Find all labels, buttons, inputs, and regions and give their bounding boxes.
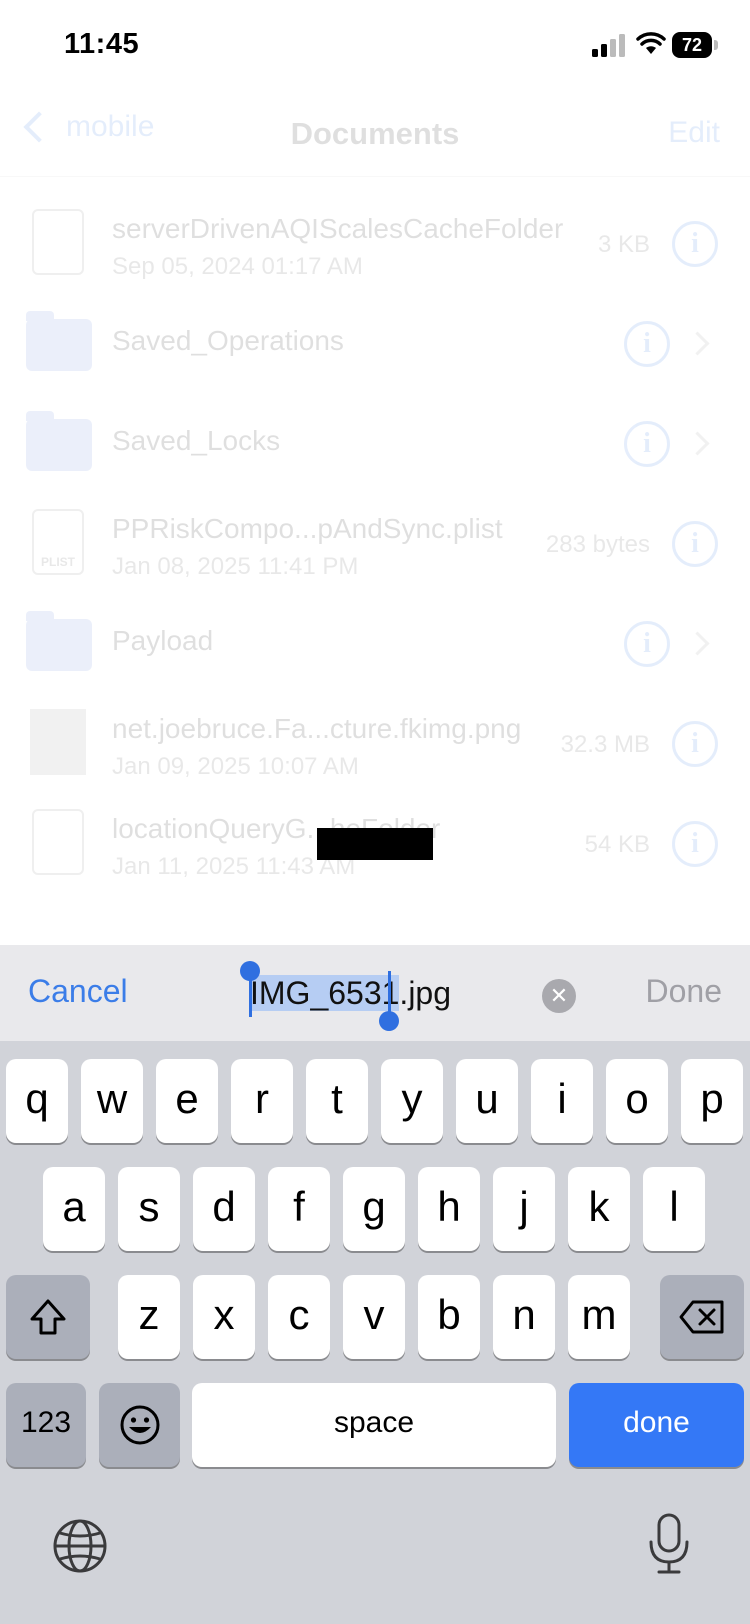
key-o[interactable]: o (606, 1059, 668, 1143)
shift-key[interactable] (6, 1275, 90, 1359)
keyboard: q w e r t y u i o p a s d f g h j k l z … (0, 1041, 750, 1624)
key-n[interactable]: n (493, 1275, 555, 1359)
chevron-right-icon (685, 331, 710, 356)
chevron-right-icon (685, 631, 710, 656)
microphone-icon[interactable] (646, 1512, 692, 1576)
emoji-key[interactable] (99, 1383, 180, 1467)
key-h[interactable]: h (418, 1167, 480, 1251)
key-q[interactable]: q (6, 1059, 68, 1143)
edit-button[interactable]: Edit (668, 116, 720, 150)
key-d[interactable]: d (193, 1167, 255, 1251)
folder-icon (26, 609, 92, 677)
backspace-icon (679, 1300, 724, 1334)
navigation-bar: mobile Documents Edit (0, 90, 750, 177)
file-name: serverDrivenAQIScalesCacheFolder (112, 213, 564, 244)
selection-end-handle[interactable] (379, 1011, 399, 1031)
globe-icon[interactable] (52, 1518, 108, 1574)
key-x[interactable]: x (193, 1275, 255, 1359)
file-size: 3 KB (597, 231, 650, 258)
file-row[interactable]: serverDrivenAQIScalesCacheFolder Sep 05,… (0, 193, 750, 293)
file-date: Sep 05, 2024 01:17 AM (112, 253, 363, 280)
folder-icon (26, 409, 92, 477)
info-icon[interactable]: i (672, 821, 718, 867)
key-y[interactable]: y (381, 1059, 443, 1143)
info-icon[interactable]: i (672, 221, 718, 267)
folder-name: Saved_Locks (112, 425, 281, 456)
redaction-box (317, 828, 433, 860)
info-icon[interactable]: i (624, 421, 670, 467)
key-a[interactable]: a (43, 1167, 105, 1251)
file-extension: .jpg (399, 975, 452, 1011)
key-f[interactable]: f (268, 1167, 330, 1251)
key-k[interactable]: k (568, 1167, 630, 1251)
key-l[interactable]: l (643, 1167, 705, 1251)
key-e[interactable]: e (156, 1059, 218, 1143)
file-date: Jan 09, 2025 10:07 AM (112, 753, 359, 780)
folder-row[interactable]: Saved_Locks i (0, 393, 750, 493)
delete-key[interactable] (660, 1275, 744, 1359)
wifi-icon (636, 32, 666, 54)
numbers-key[interactable]: 123 (6, 1383, 86, 1467)
page-title: Documents (290, 116, 460, 151)
info-icon[interactable]: i (624, 321, 670, 367)
file-name: net.joebruce.Fa...cture.fkimg.png (112, 713, 522, 744)
file-size: 32.3 MB (560, 731, 650, 758)
emoji-icon (120, 1405, 159, 1445)
space-key[interactable]: space (192, 1383, 556, 1467)
folder-icon (26, 309, 92, 377)
battery-icon: 72 (672, 32, 718, 58)
status-time: 11:45 (64, 28, 140, 60)
key-z[interactable]: z (118, 1275, 180, 1359)
battery-percent: 72 (681, 35, 703, 55)
folder-name: Saved_Operations (112, 325, 344, 356)
key-j[interactable]: j (493, 1167, 555, 1251)
key-r[interactable]: r (231, 1059, 293, 1143)
key-p[interactable]: p (681, 1059, 743, 1143)
status-bar: 11:45 72 (0, 0, 750, 90)
info-icon[interactable]: i (672, 521, 718, 567)
rename-bar: Cancel IMG_6531.jpg ✕ Done (0, 945, 750, 1041)
file-row[interactable]: net.joebruce.Fa...cture.fkimg.png Jan 09… (0, 693, 750, 793)
image-thumbnail (26, 709, 90, 777)
document-icon (26, 209, 90, 277)
file-browser: mobile Documents Edit serverDrivenAQISca… (0, 90, 750, 945)
filename-input[interactable]: IMG_6531.jpg (250, 975, 451, 1012)
keyboard-done-key[interactable]: done (569, 1383, 744, 1467)
key-c[interactable]: c (268, 1275, 330, 1359)
plist-file-icon: PLIST (26, 509, 90, 577)
folder-row[interactable]: Saved_Operations i (0, 293, 750, 393)
key-v[interactable]: v (343, 1275, 405, 1359)
cancel-button[interactable]: Cancel (28, 973, 128, 1010)
file-size: 283 bytes (545, 531, 650, 558)
key-w[interactable]: w (81, 1059, 143, 1143)
key-i[interactable]: i (531, 1059, 593, 1143)
folder-row[interactable]: Payload i (0, 593, 750, 693)
clear-text-icon[interactable]: ✕ (542, 979, 576, 1013)
shift-icon (30, 1299, 66, 1335)
file-row[interactable]: PLIST PPRiskCompo...pAndSync.plist Jan 0… (0, 493, 750, 593)
info-icon[interactable]: i (624, 621, 670, 667)
file-size: 54 KB (584, 831, 650, 858)
key-t[interactable]: t (306, 1059, 368, 1143)
key-s[interactable]: s (118, 1167, 180, 1251)
file-date: Jan 08, 2025 11:41 PM (112, 553, 359, 580)
key-m[interactable]: m (568, 1275, 630, 1359)
selected-text: IMG_6531 (250, 975, 400, 1011)
key-b[interactable]: b (418, 1275, 480, 1359)
info-icon[interactable]: i (672, 721, 718, 767)
done-button[interactable]: Done (646, 973, 723, 1010)
document-icon (26, 809, 90, 877)
key-g[interactable]: g (343, 1167, 405, 1251)
selection-start-handle[interactable] (240, 961, 260, 981)
folder-name: Payload (112, 625, 214, 656)
chevron-right-icon (685, 431, 710, 456)
cellular-signal-icon (592, 34, 625, 57)
key-u[interactable]: u (456, 1059, 518, 1143)
file-name: PPRiskCompo...pAndSync.plist (112, 513, 503, 544)
